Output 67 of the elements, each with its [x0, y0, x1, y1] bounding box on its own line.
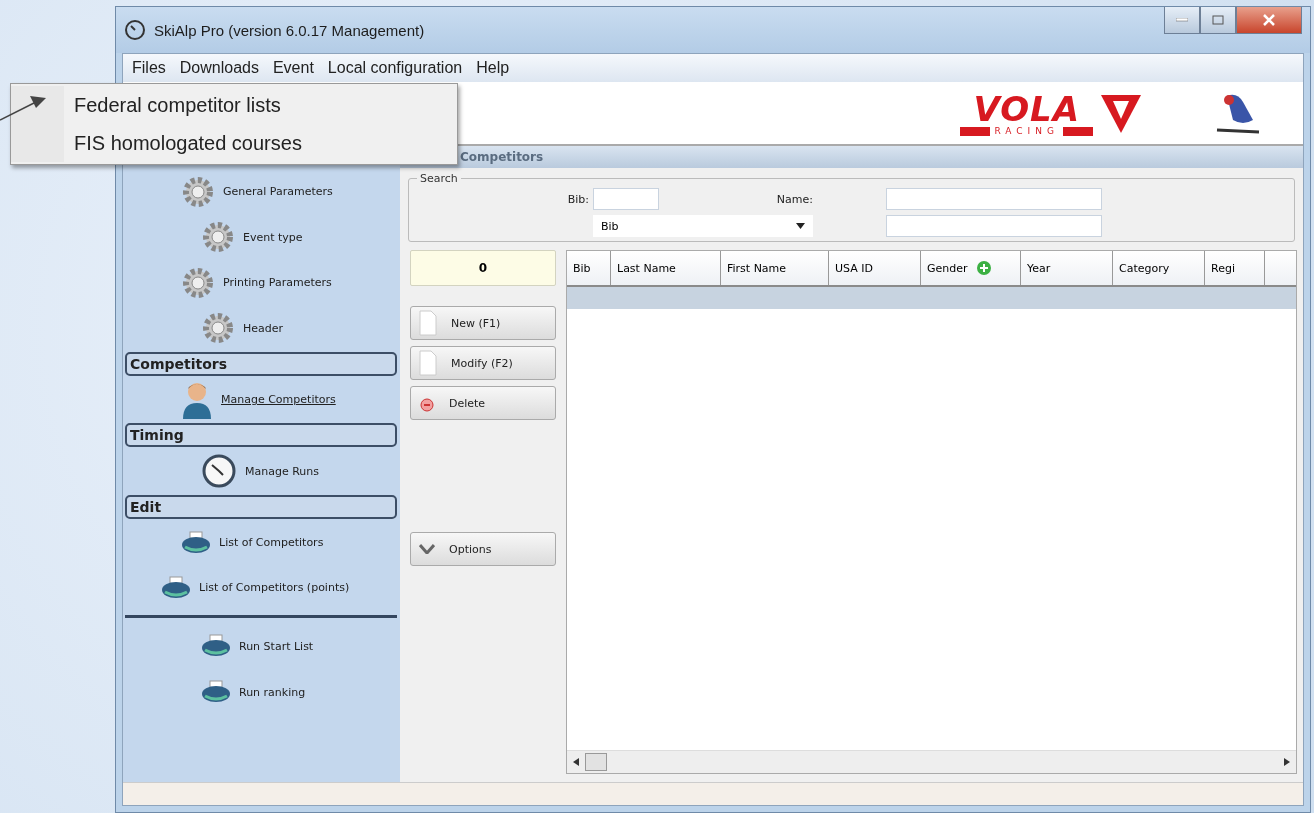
- section-header[interactable]: Timing: [125, 423, 397, 447]
- chevron-down-icon: [419, 544, 435, 554]
- sidebar-item[interactable]: Event type: [243, 230, 303, 244]
- column-header[interactable]: USA ID: [829, 251, 921, 285]
- gear-icon: [201, 220, 235, 254]
- maximize-button[interactable]: [1200, 7, 1236, 34]
- horizontal-scrollbar[interactable]: [567, 750, 1296, 773]
- clock-icon: [124, 19, 146, 41]
- column-header[interactable]: Last Name: [611, 251, 721, 285]
- menu-item[interactable]: Downloads: [174, 57, 264, 79]
- column-header[interactable]: Gender: [921, 251, 1021, 285]
- maximize-icon: [1212, 15, 1224, 25]
- action-button[interactable]: Modify (F2): [410, 346, 556, 380]
- caret-icon: [796, 223, 805, 229]
- name-input[interactable]: [886, 188, 1102, 210]
- printer-icon: [201, 634, 231, 658]
- section-header[interactable]: Competitors: [125, 352, 397, 376]
- field-label: Bib:: [567, 192, 589, 206]
- scroll-left-icon[interactable]: [573, 758, 579, 766]
- sidebar-item[interactable]: Header: [243, 321, 284, 335]
- column-header[interactable]: Category: [1113, 251, 1205, 285]
- sidebar-item[interactable]: List of Competitors (points): [199, 581, 350, 594]
- scroll-right-icon[interactable]: [1284, 758, 1290, 766]
- gear-icon: [181, 174, 215, 209]
- person-icon: [181, 380, 213, 419]
- sidebar-item[interactable]: General Parameters: [223, 185, 333, 198]
- add-icon: [975, 260, 992, 276]
- column-header[interactable]: First Name: [721, 251, 829, 285]
- minimize-icon: [1176, 18, 1188, 22]
- printer-icon: [181, 530, 211, 555]
- gear-icon: [201, 311, 235, 345]
- panel-title: Competitors: [400, 146, 1303, 168]
- sidebar-item[interactable]: Run Start List: [239, 639, 314, 653]
- sidebar-item[interactable]: Manage Runs: [245, 464, 319, 478]
- menu-item[interactable]: Event: [267, 57, 319, 79]
- scroll-thumb[interactable]: [585, 753, 607, 771]
- search-input[interactable]: [886, 215, 1102, 237]
- action-button[interactable]: Delete: [410, 386, 556, 420]
- menu-item[interactable]: Help: [471, 57, 515, 79]
- close-icon: [1263, 14, 1275, 26]
- sidebar-item[interactable]: List of Competitors: [219, 536, 324, 549]
- gear-icon: [181, 265, 215, 300]
- menu-item[interactable]: Local configuration: [322, 57, 468, 79]
- competitor-count: 0: [410, 250, 556, 286]
- field-label: Name:: [776, 192, 813, 206]
- document-icon: [419, 350, 437, 376]
- sidebar-link[interactable]: Manage Competitors: [221, 393, 336, 406]
- group-title: Search: [419, 172, 459, 185]
- close-button[interactable]: [1236, 7, 1302, 34]
- window-title: SkiAlp Pro (version 6.0.17 Management): [154, 21, 425, 39]
- bib-input[interactable]: [593, 188, 659, 210]
- printer-icon: [161, 575, 191, 600]
- clock-icon: [201, 453, 237, 489]
- options-button[interactable]: Options: [410, 532, 556, 566]
- section-header[interactable]: Edit: [125, 495, 397, 519]
- minimize-button[interactable]: [1164, 7, 1200, 34]
- action-button[interactable]: New (F1): [410, 306, 556, 340]
- printer-icon: [201, 680, 231, 704]
- logo-text: VOLA: [973, 90, 1081, 127]
- sidebar-item[interactable]: Run ranking: [239, 685, 306, 699]
- sidebar-item[interactable]: Printing Parameters: [223, 276, 332, 289]
- menu-item[interactable]: Files: [127, 57, 171, 79]
- column-header[interactable]: Regi: [1205, 251, 1265, 285]
- column-header[interactable]: Bib: [567, 251, 611, 285]
- column-header[interactable]: Year: [1021, 251, 1113, 285]
- document-icon: [419, 310, 437, 336]
- sort-dropdown[interactable]: Bib: [593, 215, 813, 237]
